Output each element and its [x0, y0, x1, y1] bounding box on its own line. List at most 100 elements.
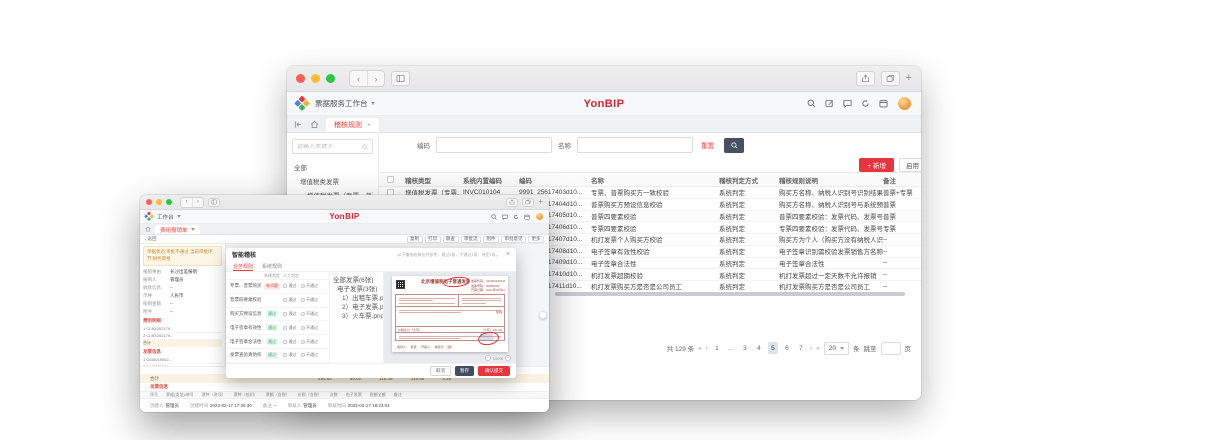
rule-row[interactable]: 购买方预设信息校验 通过⚠ 通过 不通过	[226, 308, 329, 322]
cell-name[interactable]: 普票购买方预设信息校验	[591, 199, 719, 209]
zoom-window-button[interactable]	[166, 199, 172, 205]
tab-expense-report[interactable]: 费用报销单	[155, 225, 200, 234]
tab-overview-button[interactable]	[522, 198, 534, 207]
add-button[interactable]: + 新增	[859, 158, 894, 172]
zoom-out-button[interactable]: −	[485, 355, 491, 361]
file-tree-item[interactable]: 电子发票(3张)	[330, 283, 383, 292]
page-number[interactable]: 5	[768, 342, 778, 354]
doc-action-button[interactable]: 更多	[528, 236, 544, 243]
new-tab-button[interactable]: +	[538, 198, 543, 206]
calendar-icon[interactable]	[879, 99, 888, 108]
radio-pass[interactable]: 通过	[283, 325, 297, 331]
radio-fail[interactable]: 不通过	[301, 297, 319, 303]
forward-nav-button[interactable]: ›	[367, 71, 384, 86]
minimize-window-button[interactable]	[311, 74, 320, 83]
doc-action-button[interactable]: 审批流	[461, 236, 482, 243]
first-page-button[interactable]: «	[698, 345, 702, 352]
page-number[interactable]: …	[726, 342, 736, 354]
collapse-panel-icon[interactable]	[294, 116, 303, 132]
code-filter-input[interactable]	[436, 137, 552, 153]
enable-dropdown-button[interactable]: 启用	[899, 158, 921, 172]
back-link[interactable]: ‹ 返回	[145, 236, 157, 242]
expense-row[interactable]: 2 CLBX202179...	[143, 333, 222, 340]
tree-item[interactable]: 全部	[292, 160, 373, 174]
expense-row[interactable]: 1 CLBX202179...	[143, 326, 222, 333]
file-tree-item[interactable]: 1）出租车票.png	[330, 292, 383, 301]
avatar[interactable]	[897, 96, 912, 111]
page-size-select[interactable]: 20	[824, 342, 849, 355]
confirm-submit-button[interactable]: 确认提交	[478, 366, 510, 376]
share-button[interactable]	[856, 71, 875, 86]
radio-pass[interactable]: 通过	[283, 339, 297, 345]
refresh-icon[interactable]	[861, 99, 870, 108]
page-number[interactable]: 1	[712, 342, 722, 354]
next-page-button[interactable]: ›	[810, 345, 812, 352]
close-icon[interactable]: ×	[506, 251, 510, 258]
page-number[interactable]: 7	[796, 342, 806, 354]
last-page-button[interactable]: »	[816, 345, 820, 352]
radio-fail[interactable]: 不通过	[301, 339, 319, 345]
search-button[interactable]	[724, 138, 744, 153]
cell-name[interactable]: 电子签章有效性校验	[591, 246, 719, 256]
cell-name[interactable]: 机打发票超期校验	[591, 270, 719, 280]
close-window-button[interactable]	[296, 74, 305, 83]
prev-page-button[interactable]: ‹	[706, 345, 708, 352]
radio-fail[interactable]: 不通过	[301, 283, 319, 289]
rule-row[interactable]: 专票、普票购买方一致校验 有问题⚠ 通过 不通过	[226, 280, 329, 294]
new-tab-button[interactable]: +	[906, 73, 912, 84]
cell-name[interactable]: 机打发票购买方是否是公司员工	[591, 281, 719, 291]
zoom-window-button[interactable]	[326, 74, 335, 83]
rule-row[interactable]: 普票四要素校验 ⚠ 通过 不通过	[226, 294, 329, 308]
page-number[interactable]: 4	[754, 342, 764, 354]
calendar-icon[interactable]	[524, 214, 530, 220]
radio-pass[interactable]: 通过	[283, 297, 297, 303]
doc-action-button[interactable]: 联查	[443, 236, 459, 243]
reset-button[interactable]: 重置	[701, 140, 714, 150]
home-icon[interactable]	[310, 116, 319, 132]
invoice-row[interactable]: 1 0340019002...	[143, 357, 222, 364]
doc-action-button[interactable]: 附件	[483, 236, 499, 243]
back-nav-button[interactable]: ‹	[181, 198, 192, 207]
zoom-in-button[interactable]: +	[505, 355, 511, 361]
rule-row[interactable]: 发票查验真伪校验 通过⚠ 通过 不通过	[226, 349, 329, 363]
radio-pass[interactable]: 通过	[283, 311, 297, 317]
refresh-icon[interactable]	[513, 214, 519, 220]
tab-audit-rules[interactable]: 稽核规则 ×	[326, 118, 379, 132]
sidebar-toggle-button[interactable]	[208, 198, 220, 207]
close-icon[interactable]: ×	[367, 122, 371, 129]
tab-overview-button[interactable]	[881, 71, 900, 86]
scrollbar-thumb[interactable]	[555, 292, 905, 296]
search-icon[interactable]	[491, 214, 497, 220]
minimize-window-button[interactable]	[156, 199, 162, 205]
dialog-tab[interactable]: 业务规则	[233, 261, 253, 271]
back-nav-button[interactable]: ‹	[350, 71, 367, 86]
search-icon[interactable]	[807, 99, 816, 108]
save-button[interactable]: 暂存	[455, 366, 474, 376]
workspace-switcher[interactable]: 工作台	[157, 213, 181, 221]
doc-action-button[interactable]: 审批意见	[501, 236, 526, 243]
search-icon[interactable]	[362, 144, 368, 150]
file-tree-item[interactable]: 3）火车票.png	[330, 310, 383, 319]
file-tree-item[interactable]: 全部发票(6张)	[330, 274, 383, 283]
radio-pass[interactable]: 通过	[283, 352, 297, 358]
cell-name[interactable]: 普票四要素校验	[591, 211, 719, 221]
page-number[interactable]: 3	[740, 342, 750, 354]
close-window-button[interactable]	[146, 199, 152, 205]
avatar[interactable]	[535, 212, 544, 221]
radio-fail[interactable]: 不通过	[301, 352, 319, 358]
cancel-button[interactable]: 取消	[430, 366, 451, 376]
doc-action-button[interactable]: 打印	[425, 236, 441, 243]
message-icon[interactable]	[502, 214, 508, 220]
cell-name[interactable]: 专票四要素校验	[591, 223, 719, 233]
rule-row[interactable]: 电子签章有效性校验 通过⚠ 通过 不通过	[226, 321, 329, 335]
workspace-switcher[interactable]: 票据服务工作台	[315, 98, 375, 109]
share-button[interactable]	[506, 198, 518, 207]
select-all-checkbox[interactable]	[387, 176, 394, 183]
doc-action-button[interactable]: 复制	[407, 236, 423, 243]
message-icon[interactable]	[843, 99, 852, 108]
radio-fail[interactable]: 不通过	[301, 325, 319, 331]
radio-fail[interactable]: 不通过	[301, 311, 319, 317]
file-tree-item[interactable]: 2）电子发票.pdf	[330, 301, 383, 310]
cell-name[interactable]: 机打发票个人购买方校验	[591, 234, 719, 244]
name-filter-input[interactable]	[577, 137, 693, 153]
